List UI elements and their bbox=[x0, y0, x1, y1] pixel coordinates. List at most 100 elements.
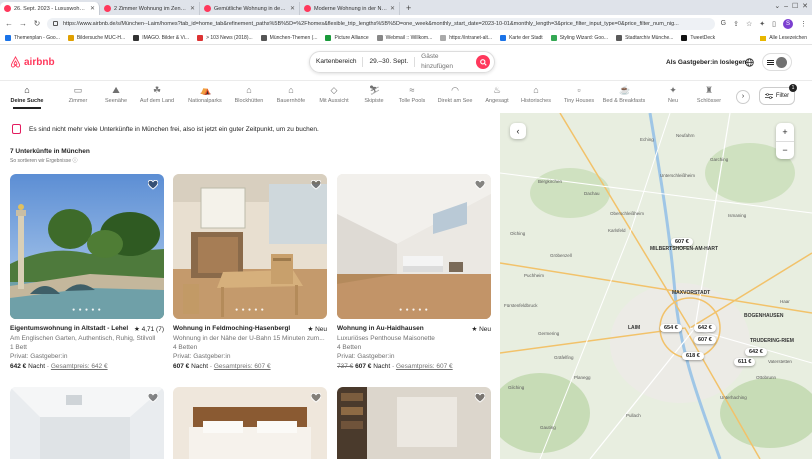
listing-photo[interactable]: ● ● ● ● ● bbox=[173, 174, 327, 319]
castle-icon: ♜ bbox=[704, 85, 714, 95]
bookmark-item[interactable]: Styling Wizard: Goo... bbox=[550, 35, 608, 41]
listing-photo[interactable]: ● ● ● ● ● bbox=[337, 174, 491, 319]
total-price-link[interactable]: Gesamtpreis: 607 € bbox=[214, 363, 271, 370]
total-price-link[interactable]: Gesamtpreis: 642 € bbox=[51, 363, 108, 370]
translate-icon[interactable]: G bbox=[721, 20, 726, 27]
browser-tab[interactable]: Moderne Wohnung in der Nähe ✕ bbox=[300, 2, 400, 15]
category-auf-dem-land[interactable]: ☘ Auf dem Land bbox=[134, 85, 180, 104]
categories-next-icon[interactable]: › bbox=[736, 90, 750, 104]
favorite-heart-icon[interactable] bbox=[311, 180, 321, 190]
sidebar-icon[interactable]: ▯ bbox=[772, 20, 776, 28]
url-field[interactable]: https://www.airbnb.de/s/München--Laim/ho… bbox=[47, 17, 715, 30]
browser-tab[interactable]: Gemütliche Wohnung in der Näh ✕ bbox=[200, 2, 300, 15]
listing-card[interactable] bbox=[173, 387, 327, 459]
map-price-pin[interactable]: 607 € bbox=[694, 336, 716, 344]
search-dates[interactable]: 29.–30. Sept. bbox=[363, 57, 416, 67]
airbnb-logo[interactable]: airbnb bbox=[10, 56, 55, 68]
bookmark-item[interactable]: Webmail :: Willkom... bbox=[376, 35, 432, 41]
listing-card[interactable]: ● ● ● ● ● Eigentumswohnung in Altstadt -… bbox=[10, 174, 164, 370]
farm-icon: ⌂ bbox=[288, 85, 294, 95]
photo-carousel-dots[interactable]: ● ● ● ● ● bbox=[173, 307, 327, 313]
listing-photo[interactable]: ● ● ● ● ● bbox=[10, 174, 164, 319]
photo-carousel-dots[interactable]: ● ● ● ● ● bbox=[337, 307, 491, 313]
map-price-pin[interactable]: 642 € bbox=[694, 324, 716, 332]
search-button[interactable] bbox=[476, 55, 490, 69]
bookmark-item[interactable]: https://intranet-alt... bbox=[440, 35, 492, 41]
filter-button[interactable]: Filter 1 bbox=[759, 84, 797, 105]
total-price-link[interactable]: Gesamtpreis: 607 € bbox=[396, 363, 453, 370]
bookmark-item[interactable]: Karte der Stadt bbox=[500, 35, 543, 41]
bookmarks-bar: Themenplan - Goo... Bildersuche MUC-H...… bbox=[0, 32, 812, 45]
category-tiny-houses[interactable]: ▫ Tiny Houses bbox=[556, 85, 602, 104]
map-place-label: Eching bbox=[640, 137, 654, 142]
category-schlösser[interactable]: ♜ Schlösser bbox=[686, 85, 732, 104]
bookmark-item[interactable]: München-Themen (... bbox=[260, 35, 317, 41]
listing-card[interactable]: ● ● ● ● ● Wohnung in Au-Haidhausen ★ Neu … bbox=[337, 174, 491, 370]
extensions-icon[interactable]: ✦ bbox=[759, 20, 765, 28]
favorite-heart-icon[interactable] bbox=[148, 180, 158, 190]
search-bar[interactable]: Kartenbereich 29.–30. Sept. Gäste hinzuf… bbox=[309, 51, 495, 73]
bookmark-star-icon[interactable]: ☆ bbox=[746, 20, 752, 28]
map[interactable]: Oberschleißheim Karlsfeld Dachau Bergkir… bbox=[500, 113, 812, 459]
category-tolle-pools[interactable]: ≈ Tolle Pools bbox=[389, 85, 435, 104]
browser-tab[interactable]: 26. Sept. 2023 - Luxuswohnungen ✕ bbox=[0, 2, 100, 15]
map-price-pin[interactable]: 607 € bbox=[671, 238, 693, 246]
zoom-in-button[interactable]: + bbox=[782, 124, 787, 141]
category-bed-breakfasts[interactable]: ☕ Bed & Breakfasts bbox=[601, 85, 647, 104]
listing-photo[interactable] bbox=[173, 387, 327, 459]
globe-icon[interactable] bbox=[745, 58, 754, 67]
bookmark-favicon-icon bbox=[616, 35, 623, 41]
map-price-pin[interactable]: 642 € bbox=[745, 348, 767, 356]
search-guests[interactable]: Gäste hinzufügen bbox=[415, 52, 476, 72]
map-price-pin[interactable]: 611 € bbox=[734, 358, 756, 366]
browser-tab[interactable]: 2 Zimmer Wohnung im Zentrum ✕ bbox=[100, 2, 200, 15]
forward-icon[interactable]: → bbox=[19, 19, 27, 28]
sort-info-link[interactable]: So sortieren wir Ergebnisse ⓘ bbox=[10, 157, 78, 164]
category-deine-suche[interactable]: ⌂ Deine Suche bbox=[4, 85, 50, 109]
listing-card[interactable] bbox=[337, 387, 491, 459]
map-price-pin[interactable]: 654 € bbox=[660, 324, 682, 332]
user-menu-button[interactable] bbox=[762, 53, 792, 71]
all-bookmarks[interactable]: Alle Lesezeichen bbox=[760, 35, 807, 41]
bookmark-item[interactable]: Bildersuche MUC-H... bbox=[67, 35, 125, 41]
favorite-heart-icon[interactable] bbox=[475, 393, 485, 403]
listing-card[interactable]: ● ● ● ● ● Wohnung in Feldmoching-Hasenbe… bbox=[173, 174, 327, 370]
close-tab-icon[interactable]: ✕ bbox=[190, 5, 195, 12]
listing-photo[interactable] bbox=[337, 387, 491, 459]
back-icon[interactable]: ← bbox=[5, 19, 13, 28]
search-location[interactable]: Kartenbereich bbox=[310, 57, 364, 67]
category-blockhütten[interactable]: ⌂ Blockhütten bbox=[226, 85, 272, 104]
bookmark-item[interactable]: Stadtarchiv Münche... bbox=[616, 35, 673, 41]
category-bauernhöfe[interactable]: ⌂ Bauernhöfe bbox=[268, 85, 314, 104]
close-tab-icon[interactable]: ✕ bbox=[90, 5, 95, 12]
bookmark-item[interactable]: Themenplan - Goo... bbox=[5, 35, 60, 41]
close-tab-icon[interactable]: ✕ bbox=[390, 5, 395, 12]
favorite-heart-icon[interactable] bbox=[475, 180, 485, 190]
share-icon[interactable]: ⇪ bbox=[733, 20, 739, 28]
reload-icon[interactable]: ↻ bbox=[33, 19, 41, 28]
listing-card[interactable] bbox=[10, 387, 164, 459]
collapse-map-button[interactable]: ‹ bbox=[510, 123, 526, 139]
bookmark-item[interactable]: IMAGO. Bilder & Vi... bbox=[133, 35, 189, 41]
category-label: Nationalparks bbox=[188, 98, 222, 104]
category-nationalparks[interactable]: ⛺ Nationalparks bbox=[182, 85, 228, 104]
new-tab-icon[interactable]: + bbox=[400, 2, 417, 15]
map-price-pin[interactable]: 618 € bbox=[682, 352, 704, 360]
favorite-heart-icon[interactable] bbox=[148, 393, 158, 403]
browser-menu-icon[interactable]: ⋮ bbox=[800, 20, 807, 28]
zoom-out-button[interactable]: − bbox=[776, 140, 794, 159]
bookmark-item[interactable]: Picture Alliance bbox=[325, 35, 369, 41]
profile-avatar[interactable]: S bbox=[783, 18, 793, 29]
category-direkt-am-see[interactable]: ◠ Direkt am See bbox=[432, 85, 478, 104]
become-host-link[interactable]: Als Gastgeber:in loslegen bbox=[666, 59, 746, 66]
bookmark-item[interactable]: > 103 News (2018)... bbox=[197, 35, 253, 41]
window-controls-icon[interactable]: ⌄ – ☐ ✕ bbox=[774, 2, 808, 10]
bookmark-favicon-icon bbox=[500, 35, 507, 41]
favorite-heart-icon[interactable] bbox=[311, 393, 321, 403]
listing-photo[interactable] bbox=[10, 387, 164, 459]
close-tab-icon[interactable]: ✕ bbox=[290, 5, 295, 12]
category-historisches[interactable]: ⌂ Historisches bbox=[513, 85, 559, 104]
category-seenähe[interactable]: ⛰ Seenähe bbox=[93, 85, 139, 104]
photo-carousel-dots[interactable]: ● ● ● ● ● bbox=[10, 307, 164, 313]
bookmark-item[interactable]: TweetDeck bbox=[681, 35, 715, 41]
